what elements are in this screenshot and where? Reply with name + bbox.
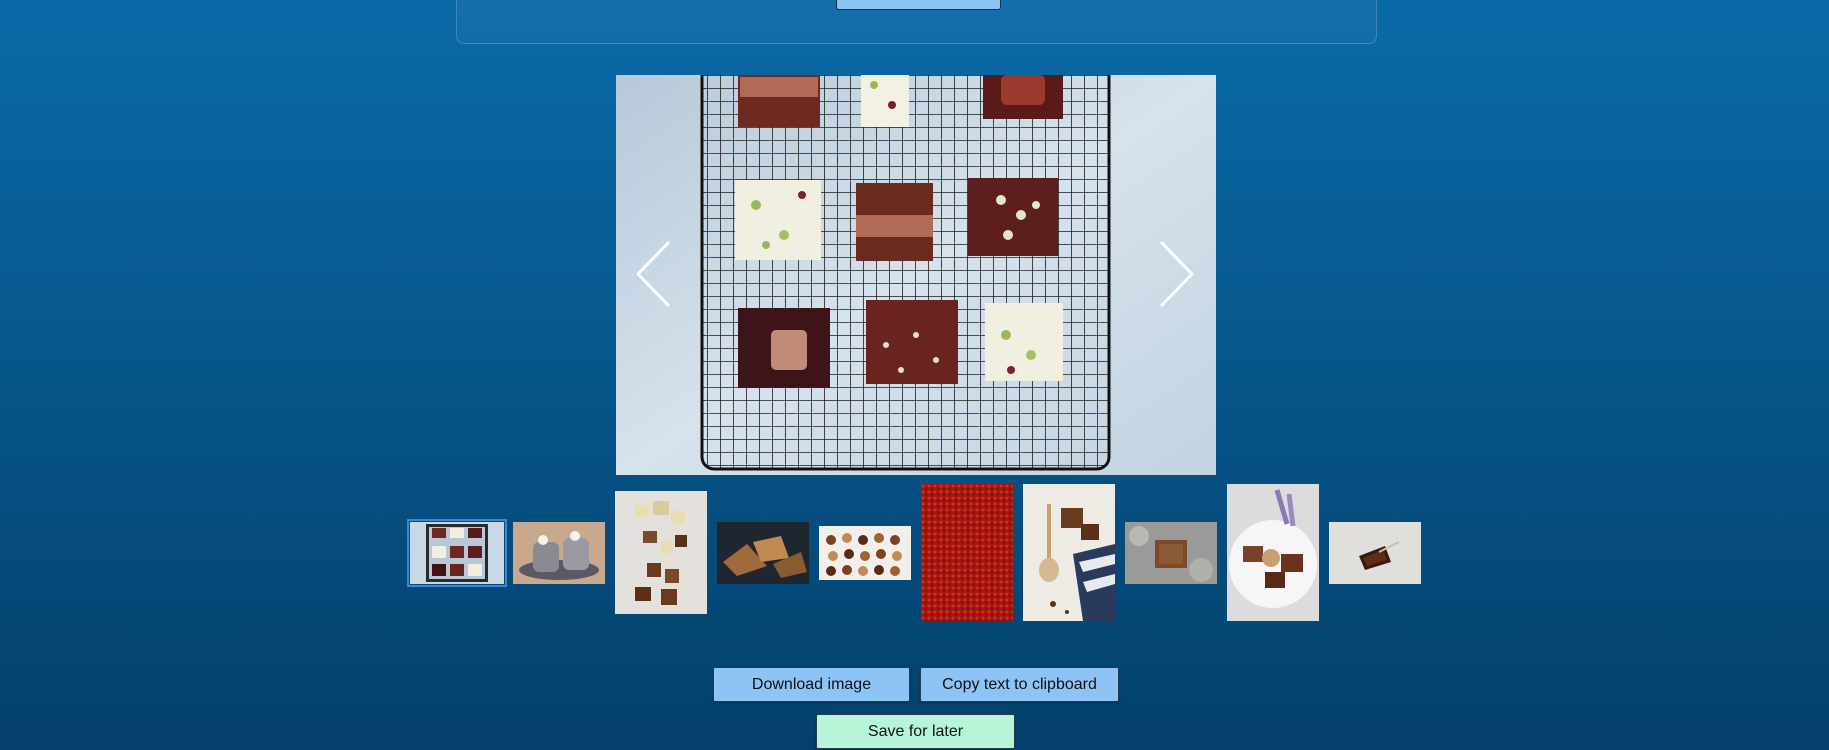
thumbnail-image	[1125, 522, 1217, 584]
copy-text-button[interactable]: Copy text to clipboard	[920, 667, 1119, 702]
thumbnail-image	[921, 484, 1013, 621]
thumbnail-chocolate-shards[interactable]	[717, 522, 809, 584]
chevron-right-icon	[1160, 241, 1194, 307]
thumbnail-image	[1023, 484, 1115, 621]
thumbnail-chocolate-marble[interactable]	[1125, 522, 1217, 584]
download-image-button[interactable]: Download image	[713, 667, 910, 702]
top-panel	[456, 0, 1377, 44]
thumbnail-image	[513, 522, 605, 584]
top-panel-button[interactable]	[836, 0, 1001, 10]
chevron-left-icon	[636, 241, 670, 307]
save-for-later-button[interactable]: Save for later	[816, 714, 1015, 749]
thumbnail-hot-chocolate[interactable]	[513, 522, 605, 584]
main-image	[616, 75, 1216, 475]
thumbnail-fudge-squares[interactable]	[407, 519, 507, 587]
thumbnail-image	[819, 526, 911, 580]
thumbnail-image	[1227, 484, 1319, 621]
thumbnail-image	[717, 522, 809, 584]
thumbnail-image	[615, 491, 707, 614]
thumbnail-red-texture[interactable]	[921, 484, 1013, 621]
previous-image-button[interactable]	[632, 237, 676, 311]
thumbnail-image	[1329, 522, 1421, 584]
thumbnail-chocolate-lavender[interactable]	[1227, 484, 1319, 621]
thumbnail-chocolate-spoon[interactable]	[1023, 484, 1115, 621]
thumbnail-image	[410, 522, 504, 584]
thumbnail-truffles[interactable]	[819, 526, 911, 580]
main-image-viewer	[616, 75, 1216, 475]
thumbnail-chocolate-piece[interactable]	[1329, 522, 1421, 584]
next-image-button[interactable]	[1154, 237, 1198, 311]
thumbnail-chocolate-bar[interactable]	[615, 491, 707, 614]
